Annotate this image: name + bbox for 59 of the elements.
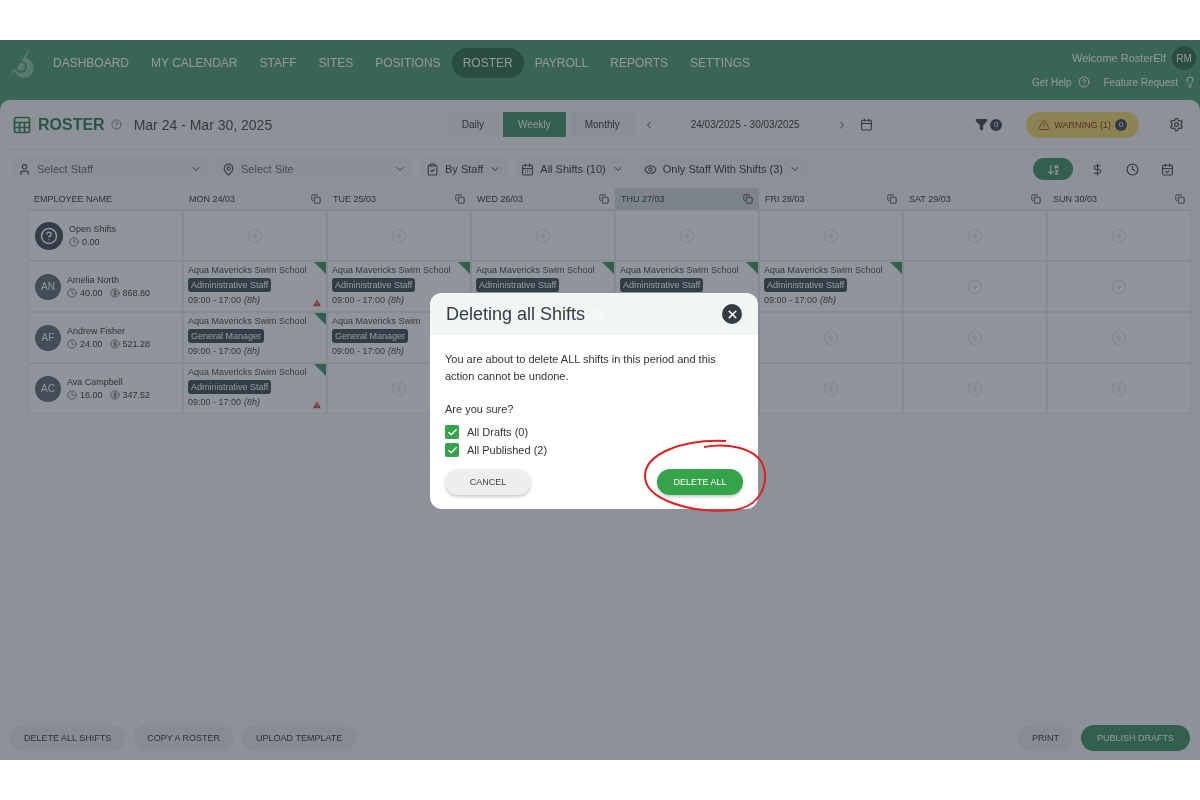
site-name: Aqua Mavericks Swim School bbox=[620, 265, 740, 275]
day-label: SAT 29/03 bbox=[909, 193, 951, 204]
shift-duration: (8h) bbox=[820, 295, 837, 305]
welcome-text: Welcome RosterElf bbox=[1072, 52, 1166, 64]
employee-avatar: AC bbox=[35, 375, 61, 402]
day-label: WED 26/03 bbox=[477, 193, 524, 204]
pay-text: 347.52 bbox=[122, 390, 151, 400]
employee-name: Andrew Fisher bbox=[67, 326, 127, 336]
employee-avatar: AN bbox=[35, 273, 61, 300]
position-tag: Administrative Staff bbox=[764, 278, 848, 292]
site-name: Aqua Mavericks Swim School bbox=[764, 265, 884, 275]
employee-name: Amelia North bbox=[67, 275, 121, 285]
shift-time: 09:00 - 17:00 bbox=[764, 295, 818, 305]
shift-duration: (8h) bbox=[244, 346, 261, 356]
day-label: TUE 25/03 bbox=[333, 193, 377, 204]
site-name: Aqua Mavericks Swim bbox=[332, 316, 422, 326]
shift-duration: (8h) bbox=[388, 346, 405, 356]
checkbox-label: All Drafts (0) bbox=[467, 426, 529, 438]
day-label: FRI 28/03 bbox=[765, 193, 805, 204]
shift-duration: (8h) bbox=[388, 295, 405, 305]
day-label: SUN 30/03 bbox=[1053, 193, 1098, 204]
shift-time: 09:00 - 17:00 bbox=[188, 295, 242, 305]
site-name: Aqua Mavericks Swim School bbox=[332, 265, 452, 275]
position-tag: Administrative Staff bbox=[476, 278, 560, 292]
employee-avatar: AF bbox=[35, 324, 61, 351]
hours-text: 40.00 bbox=[80, 288, 103, 298]
position-tag: General Manager bbox=[332, 329, 409, 343]
day-label: MON 24/03 bbox=[189, 193, 236, 204]
warning-label: WARNING (1) bbox=[1054, 119, 1111, 130]
position-tag: Administrative Staff bbox=[620, 278, 704, 292]
site-name: Aqua Mavericks Swim School bbox=[476, 265, 596, 275]
site-name: Aqua Mavericks Swim School bbox=[188, 367, 308, 377]
hours-text: 24.00 bbox=[80, 339, 103, 349]
shift-duration: (8h) bbox=[244, 295, 261, 305]
warning-count: 0 bbox=[1115, 118, 1127, 131]
position-tag: General Manager bbox=[188, 329, 265, 343]
position-tag: Administrative Staff bbox=[332, 278, 416, 292]
shift-time: 09:00 - 17:00 bbox=[332, 346, 386, 356]
site-name: Aqua Mavericks Swim School bbox=[188, 316, 308, 326]
day-label: THU 27/03 bbox=[621, 193, 665, 204]
checkbox-label: All Published (2) bbox=[467, 444, 548, 456]
position-tag: Administrative Staff bbox=[188, 380, 272, 394]
hours-text: 16.00 bbox=[80, 390, 103, 400]
shift-time: 09:00 - 17:00 bbox=[188, 346, 242, 356]
site-name: Aqua Mavericks Swim School bbox=[188, 265, 308, 275]
pay-text: 521.28 bbox=[122, 339, 151, 349]
pay-text: 868.80 bbox=[122, 288, 151, 298]
shift-time: 09:00 - 17:00 bbox=[188, 397, 242, 407]
filter-count: 0 bbox=[990, 118, 1003, 131]
shift-duration: (8h) bbox=[244, 397, 261, 407]
date-range: Mar 24 - Mar 30, 2025 bbox=[133, 116, 273, 133]
page-title: ROSTER bbox=[38, 115, 105, 134]
period-range: 24/03/2025 - 30/03/2025 bbox=[689, 119, 801, 130]
position-tag: Administrative Staff bbox=[188, 278, 272, 292]
employee-name: Ava Campbell bbox=[67, 377, 124, 387]
hours-text: 0.00 bbox=[82, 237, 100, 247]
dialog-question: Are you sure? bbox=[445, 403, 515, 415]
employee-name: Open Shifts bbox=[69, 224, 117, 234]
shift-time: 09:00 - 17:00 bbox=[332, 295, 386, 305]
